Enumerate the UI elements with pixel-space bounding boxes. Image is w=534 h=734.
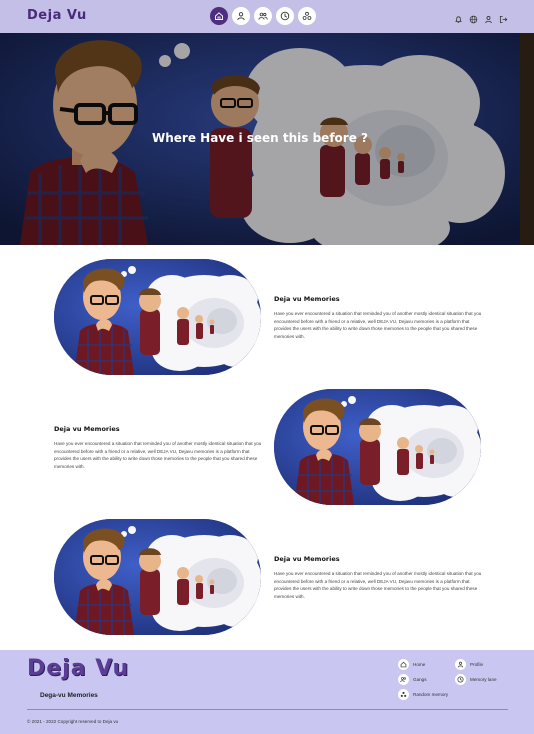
home-icon — [400, 661, 407, 668]
nav-memory-lane-button[interactable] — [276, 7, 294, 25]
feature-illustration — [54, 519, 261, 635]
nav-home-button[interactable] — [210, 7, 228, 25]
hero-title: Where Have i seen this before ? — [152, 131, 368, 145]
feature-text-2: Deja vu Memories Have you ever encounter… — [54, 425, 264, 470]
clock-icon — [457, 676, 464, 683]
brand-logo[interactable]: Deja Vu — [27, 8, 87, 23]
main-nav — [210, 7, 316, 25]
random-icon — [302, 11, 312, 20]
footer-link-label: Home — [413, 662, 426, 667]
footer-link-label: Memory lane — [470, 677, 497, 682]
user-icon — [237, 12, 245, 21]
feature-title: Deja vu Memories — [54, 425, 120, 433]
footer-link-label: Random memory — [413, 692, 449, 697]
nav-utility-icons — [454, 11, 508, 24]
feature-text-3: Deja vu Memories Have you ever encounter… — [274, 555, 484, 600]
user-icon — [485, 16, 492, 24]
notifications-button[interactable] — [454, 11, 463, 23]
footer-link-label: Profile — [470, 662, 484, 667]
footer-link-random-memory[interactable]: Random memory — [398, 689, 448, 700]
feature-illustration — [274, 389, 481, 505]
feature-description: Have you ever encountered a situation th… — [274, 571, 482, 599]
copyright-text: © 2021 - 2022 Copyright reserved to Deja… — [27, 719, 119, 724]
feature-image-2 — [274, 389, 481, 505]
site-footer: Deja Vu Dega-vu Memories Home Profile Ga… — [0, 650, 534, 734]
bell-icon — [455, 16, 462, 23]
footer-link-label: Gangs — [413, 677, 427, 682]
clock-icon — [280, 11, 290, 21]
feature-description: Have you ever encountered a situation th… — [54, 441, 262, 469]
hero-banner: Where Have i seen this before ? — [0, 33, 534, 245]
account-button[interactable] — [484, 11, 493, 24]
footer-link-gangs[interactable]: Gangs — [398, 674, 427, 685]
nav-profile-button[interactable] — [232, 7, 250, 25]
top-navbar: Deja Vu — [0, 0, 534, 33]
feature-image-1 — [54, 259, 261, 375]
feature-description: Have you ever encountered a situation th… — [274, 311, 482, 339]
logout-button[interactable] — [499, 11, 508, 24]
footer-subtitle: Dega-vu Memories — [40, 692, 98, 699]
footer-link-profile[interactable]: Profile — [455, 659, 483, 670]
language-button[interactable] — [469, 11, 478, 24]
user-icon — [457, 661, 464, 668]
globe-icon — [469, 15, 478, 24]
feature-text-1: Deja vu Memories Have you ever encounter… — [274, 295, 484, 340]
footer-link-memory-lane[interactable]: Memory lane — [455, 674, 497, 685]
random-icon — [400, 691, 407, 697]
home-icon — [215, 12, 223, 20]
group-icon — [400, 677, 406, 683]
feature-image-3 — [54, 519, 261, 635]
nav-random-memory-button[interactable] — [298, 7, 316, 25]
footer-link-home[interactable]: Home — [398, 659, 425, 670]
feature-title: Deja vu Memories — [274, 555, 340, 563]
footer-divider — [27, 709, 508, 710]
group-icon — [258, 12, 268, 20]
footer-logo: Deja Vu — [27, 656, 130, 681]
feature-illustration — [54, 259, 261, 375]
nav-gangs-button[interactable] — [254, 7, 272, 25]
logout-icon — [499, 15, 508, 24]
feature-title: Deja vu Memories — [274, 295, 340, 303]
